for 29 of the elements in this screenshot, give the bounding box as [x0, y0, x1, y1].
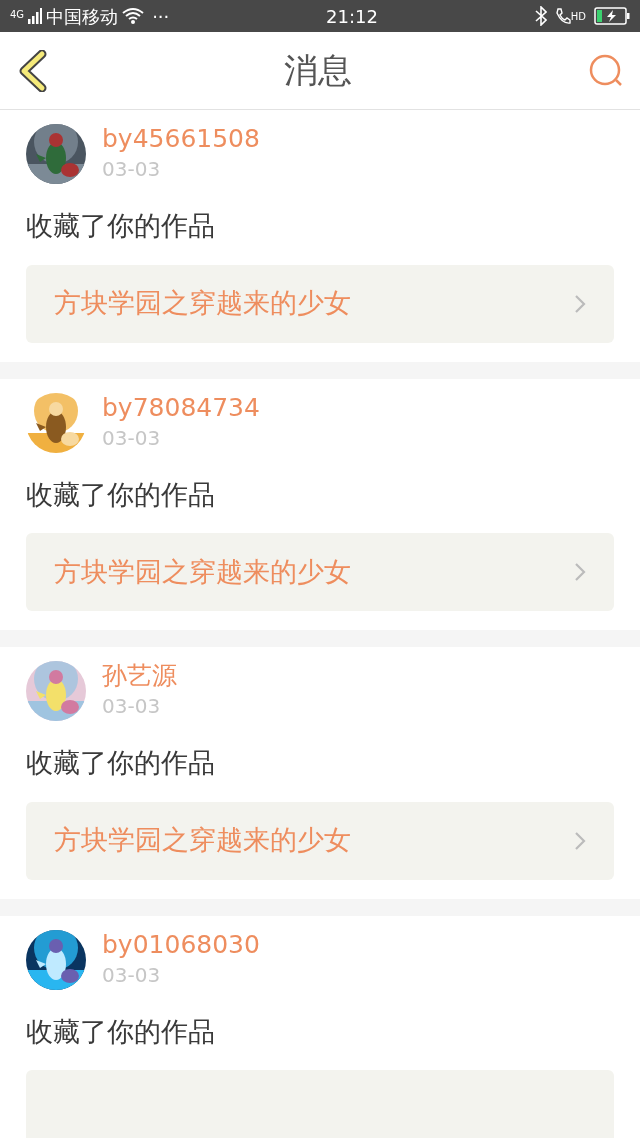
message-date: 03-03 — [102, 693, 162, 720]
signal-icon — [28, 8, 43, 24]
message-date: 03-03 — [102, 424, 162, 452]
chevron-icon — [574, 293, 586, 314]
user-name[interactable]: 孙艺源 — [102, 661, 177, 691]
message-text: 收藏了你的作品 — [26, 209, 216, 243]
message-text: 收藏了你的作品 — [26, 477, 216, 512]
message-text: 收藏了你的作品 — [26, 1014, 216, 1049]
message-text: 收藏了你的作品 — [26, 746, 216, 780]
user-name[interactable]: by01068030 — [102, 929, 260, 960]
hd-label: HD — [570, 10, 586, 24]
work-link[interactable]: 方块学园之穿越来的少女 — [26, 533, 614, 611]
work-link[interactable]: 方块学园之穿越来的少女 — [26, 801, 614, 880]
battery-icon — [594, 7, 630, 25]
work-link[interactable]: 方块学园之穿越来的少女 — [26, 264, 614, 343]
bluetooth-icon — [534, 6, 547, 26]
wifi-icon — [122, 7, 145, 25]
network-label: 4G — [10, 7, 25, 22]
page-title: 消息 — [284, 49, 352, 92]
user-name[interactable]: by45661508 — [102, 124, 260, 154]
chevron-icon — [574, 830, 586, 851]
message-date: 03-03 — [102, 961, 162, 989]
clock-time: 21:12 — [326, 4, 378, 29]
phone-icon — [554, 7, 571, 25]
carrier-label: 中国移动 — [46, 4, 119, 29]
message-date: 03-03 — [102, 156, 162, 183]
chevron-icon — [574, 562, 586, 582]
more-label: ··· — [152, 4, 170, 29]
user-name[interactable]: by78084734 — [102, 392, 260, 423]
